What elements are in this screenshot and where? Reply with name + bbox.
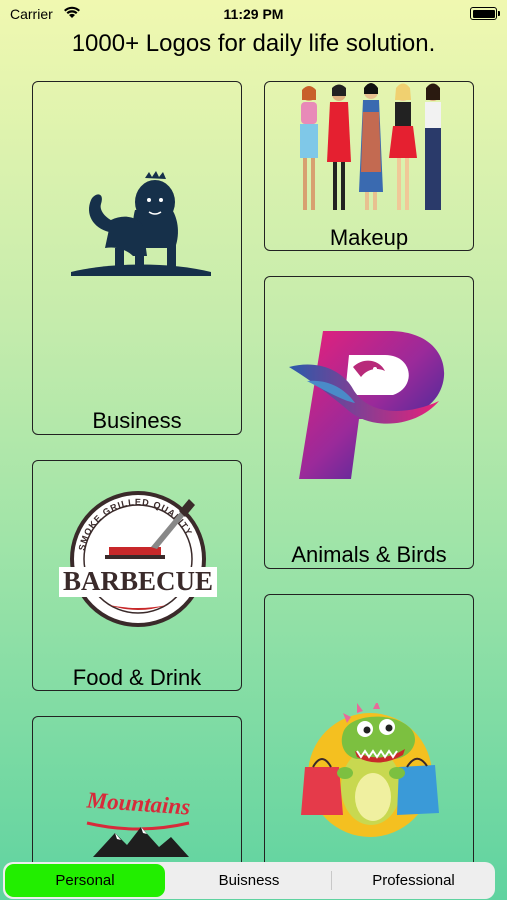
page-title: 1000+ Logos for daily life solution. xyxy=(71,30,436,57)
tab-professional[interactable]: Professional xyxy=(332,862,495,899)
barbecue-logo: SMOKE GRILLED QUALITY BARBECUE xyxy=(59,491,217,627)
category-label: Makeup xyxy=(329,225,409,250)
category-label: Animals & Birds xyxy=(291,542,447,567)
category-card-travel[interactable]: Mountains xyxy=(32,716,242,862)
category-card-business[interactable]: Business xyxy=(32,81,242,435)
category-card-food-drink[interactable]: SMOKE GRILLED QUALITY BARBECUE Food & Dr… xyxy=(32,460,242,691)
lion-logo xyxy=(71,171,211,276)
category-segmented-control: Personal Buisness Professional xyxy=(3,862,495,899)
dinosaur-shopping-logo xyxy=(301,703,439,837)
category-card-animals-birds[interactable]: Animals & Birds xyxy=(264,276,474,569)
tab-business[interactable]: Buisness xyxy=(167,862,331,899)
status-bar: Carrier 11:29 PM xyxy=(0,0,507,28)
status-time: 11:29 PM xyxy=(223,6,284,22)
category-label: Business xyxy=(92,408,182,433)
phoenix-letter-logo xyxy=(289,331,445,479)
battery-icon xyxy=(470,7,500,20)
category-card-makeup[interactable]: Makeup xyxy=(264,81,474,251)
barbecue-wordmark: BARBECUE xyxy=(63,566,213,596)
category-card-shopping[interactable] xyxy=(264,594,474,862)
tab-personal[interactable]: Personal xyxy=(5,864,165,897)
category-label: Food & Drink xyxy=(72,665,202,690)
fashion-figures-image xyxy=(300,83,441,210)
mountains-wordmark: Mountains xyxy=(85,787,191,819)
mountains-logo: Mountains xyxy=(85,787,191,857)
